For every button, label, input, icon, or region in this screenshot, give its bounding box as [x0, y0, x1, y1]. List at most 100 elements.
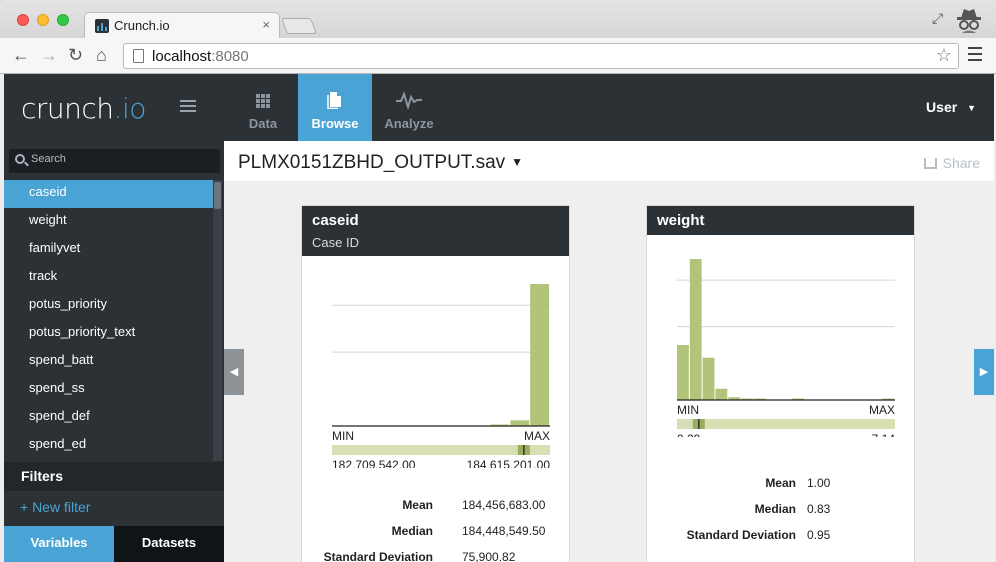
sidebar-item-potus-priority-text[interactable]: potus_priority_text [4, 320, 213, 348]
histogram-bar [689, 259, 702, 400]
address-bar[interactable]: localhost:8080 ☆ [123, 43, 959, 69]
histogram-bar [677, 345, 689, 400]
browser-menu-icon[interactable] [968, 47, 982, 63]
histogram-bar [530, 284, 549, 426]
tab-variables[interactable]: Variables [4, 526, 114, 562]
histogram-bar [715, 388, 728, 400]
histogram-area: MIN MAX 0.29 7.14 [647, 237, 916, 437]
search-icon [15, 154, 25, 164]
sidebar-toggle-icon[interactable] [180, 100, 196, 112]
stat-value: 184,456,683.00 [462, 498, 546, 512]
bookmark-star-icon[interactable]: ☆ [936, 45, 952, 66]
stat-value: 184,448,549.50 [462, 524, 546, 538]
histogram: MIN MAX 0.29 7.14 [677, 259, 896, 437]
tab-data[interactable]: Data [226, 74, 300, 141]
sidebar-item-track[interactable]: track [4, 264, 213, 292]
new-filter-link[interactable]: + New filter [20, 499, 90, 515]
tab-strip: Crunch.io × ⤢ [0, 0, 996, 39]
crunch-app: crunch.io Data Browse Analyze User ▼ Sea… [4, 74, 994, 562]
sidebar-item-spend-batt[interactable]: spend_batt [4, 348, 213, 376]
logo-suffix: io [121, 92, 146, 125]
reload-icon[interactable]: ↻ [68, 45, 83, 65]
stat-value: 75,900.82 [462, 550, 516, 562]
variable-card[interactable]: caseid Case ID MIN MAX 182,709,542.00 184,6… [301, 205, 570, 562]
dataset-selector[interactable]: PLMX0151ZBHD_OUTPUT.sav ▼ [238, 152, 523, 174]
previous-card-button[interactable]: ◀ [224, 349, 244, 395]
histogram-bar [702, 357, 715, 400]
user-label: User [926, 99, 958, 115]
sidebar-item-spend-ed[interactable]: spend_ed [4, 432, 213, 460]
min-value: 182,709,542.00 [332, 458, 416, 468]
forward-icon[interactable]: → [40, 45, 58, 65]
url-host: localhost [152, 48, 212, 65]
stat-value: 0.95 [807, 528, 831, 542]
dataset-header: PLMX0151ZBHD_OUTPUT.sav ▼ Share [224, 141, 994, 181]
close-window-button[interactable] [17, 14, 29, 26]
back-icon[interactable]: ← [12, 45, 30, 65]
tab-close-icon[interactable]: × [262, 17, 270, 32]
crunch-logo[interactable]: crunch.io [21, 92, 146, 125]
card-header: caseid Case ID [302, 206, 569, 256]
tab-browse[interactable]: Browse [298, 74, 372, 141]
app-header: crunch.io Data Browse Analyze User ▼ [4, 74, 994, 141]
stat-label: Median [754, 502, 796, 516]
card-variable-name: weight [657, 212, 705, 229]
histogram-bar [510, 420, 530, 426]
user-caret-icon: ▼ [967, 103, 976, 113]
dataset-name: PLMX0151ZBHD_OUTPUT.sav [238, 152, 506, 173]
sidebar-item-weight[interactable]: weight [4, 208, 213, 236]
share-button[interactable]: Share [923, 155, 980, 171]
stat-label: Mean [765, 476, 796, 490]
logo-dot: . [113, 92, 123, 125]
tab-browse-label: Browse [311, 116, 359, 131]
document-icon [327, 92, 341, 109]
sidebar-item-spend-ss[interactable]: spend_ss [4, 376, 213, 404]
incognito-icon [957, 9, 981, 33]
grid-icon [256, 94, 270, 108]
new-tab-button[interactable] [281, 18, 317, 34]
browser-tab[interactable]: Crunch.io × [84, 12, 280, 39]
sidebar-item-potus-priority[interactable]: potus_priority [4, 292, 213, 320]
stat-label: Standard Deviation [323, 550, 433, 562]
min-label: MIN [332, 429, 354, 443]
tab-analyze-label: Analyze [384, 116, 434, 131]
next-card-button[interactable]: ▶ [974, 349, 994, 395]
stat-label: Median [391, 524, 433, 538]
max-value: 7.14 [872, 432, 896, 437]
minimize-window-button[interactable] [37, 14, 49, 26]
fullscreen-icon[interactable]: ⤢ [932, 10, 943, 27]
range-track [677, 419, 895, 429]
variable-list-scrollbar[interactable] [213, 180, 222, 461]
pulse-icon [396, 91, 422, 109]
stat-row-median: Median 184,448,549.50 [302, 524, 571, 544]
filters-header: Filters [4, 462, 224, 491]
dataset-caret-icon: ▼ [511, 155, 524, 169]
sidebar-item-familyvet[interactable]: familyvet [4, 236, 213, 264]
max-value: 184,615,201.00 [467, 458, 551, 468]
tab-analyze[interactable]: Analyze [372, 74, 446, 141]
page-icon [133, 49, 144, 63]
card-variable-description: Case ID [312, 235, 359, 250]
sidebar-item-spend-def[interactable]: spend_def [4, 404, 213, 432]
tab-datasets[interactable]: Datasets [114, 526, 224, 562]
zoom-window-button[interactable] [57, 14, 69, 26]
stat-row-std-dev: Standard Deviation 0.95 [647, 528, 916, 548]
min-value: 0.29 [677, 432, 701, 437]
home-icon[interactable]: ⌂ [96, 45, 107, 65]
search-input[interactable] [31, 153, 211, 165]
stat-row-std-dev: Standard Deviation 75,900.82 [302, 550, 571, 562]
tab-title: Crunch.io [114, 18, 170, 33]
scrollbar-thumb[interactable] [214, 182, 221, 209]
max-label: MAX [524, 429, 550, 443]
url-port: :8080 [211, 48, 249, 65]
stat-label: Standard Deviation [686, 528, 796, 542]
max-label: MAX [869, 403, 895, 417]
sidebar-item-caseid[interactable]: caseid [4, 180, 213, 208]
sidebar-bottom-tabs: Variables Datasets [4, 526, 224, 562]
share-label: Share [942, 155, 980, 171]
user-menu[interactable]: User ▼ [926, 99, 976, 115]
stat-row-mean: Mean 184,456,683.00 [302, 498, 571, 518]
variable-card[interactable]: weight MIN MAX 0.29 7.14 Mean 1.00 Median 0… [646, 205, 915, 562]
crunch-favicon-icon [95, 19, 109, 33]
browser-toolbar: ← → ↻ ⌂ localhost:8080 ☆ [0, 38, 996, 74]
